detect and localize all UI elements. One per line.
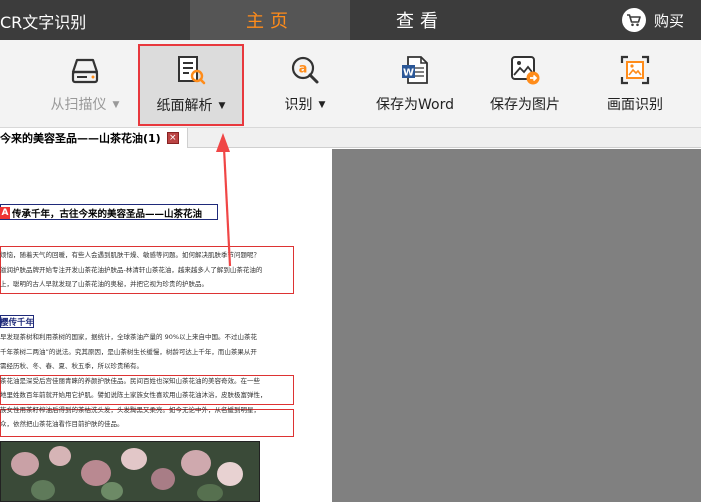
- tab-view-label: 查看: [396, 11, 444, 32]
- camellia-photo: [0, 441, 260, 502]
- document-tab[interactable]: 今来的美容圣品——山茶花油(1) ×: [0, 128, 188, 148]
- buy-label: 购买: [654, 11, 685, 30]
- app-title: CR文字识别: [0, 13, 87, 32]
- screen-recognize-label: 画面识别: [607, 97, 663, 113]
- paragraph-1: 烦恼，随着天气的回暖，有些人会遇到肌肤干燥、敏感等问题。如何解决肌肤季节问题呢？…: [0, 248, 300, 292]
- close-icon[interactable]: ×: [166, 132, 179, 144]
- from-scanner-label: 从扫描仪: [50, 97, 107, 113]
- highlight-box: [138, 44, 244, 126]
- document-tab-label: 今来的美容圣品——山茶花油(1): [0, 132, 161, 145]
- paragraph-line: 需经历秋、冬、春、夏、秋五季，所以珍贵稀有。: [0, 362, 143, 370]
- tab-view[interactable]: 查看: [355, 0, 485, 40]
- document-heading: A 传承千年，古往今来的美容圣品——山茶花油: [0, 206, 202, 220]
- svg-text:a: a: [299, 62, 308, 77]
- scanner-icon: [69, 44, 101, 88]
- tab-home-label: 主页: [246, 11, 294, 32]
- document-page: A 传承千年，古往今来的美容圣品——山茶花油 烦恼，随着天气的回暖，有些人会遇到…: [0, 149, 332, 502]
- preview-panel: [332, 149, 701, 502]
- buy-button[interactable]: 购买: [622, 7, 684, 33]
- screen-recognize-button[interactable]: 画面识别: [580, 44, 690, 124]
- recognize-label: 识别: [284, 97, 313, 113]
- title-bar: CR文字识别 主页 查看 购买: [0, 0, 701, 40]
- tab-home[interactable]: 主页: [190, 0, 350, 40]
- paragraph-line: 千年茶树二两油”的说法。究其原因，是山茶树生长缓慢，树龄可达上千年，而山茶果从开: [0, 347, 257, 356]
- svg-text:W: W: [403, 68, 414, 79]
- screen-capture-icon: [619, 44, 651, 88]
- paragraph-line: 烦恼，随着天气的回暖，有些人会遇到肌肤干燥、敏感等问题。如何解决肌肤季节问题呢？: [0, 251, 260, 259]
- save-image-icon: [509, 44, 541, 88]
- paragraph-line: 地里姓数百年前就开始用它护肌。譬如说陈土家族女性喜欢用山茶花油沐浴，皮肤极富弹性…: [0, 391, 267, 399]
- paragraph-line: 滋润护肤品牌开始专注开发山茶花油护肤品-林清轩山茶花油，越来越多人了解到山茶花油…: [0, 265, 263, 274]
- save-as-word-label: 保存为Word: [376, 97, 454, 113]
- region-number-badge: A: [0, 207, 10, 219]
- recognize-icon: a: [289, 44, 321, 88]
- paragraph-line: 茶花油是深受后宫佳丽青睐的养颜护肤佳品。民间百姓也深知山茶花油的美容奇效。在一些: [0, 376, 260, 385]
- from-scanner-button[interactable]: 从扫描仪 ▼: [30, 44, 140, 124]
- chevron-down-icon: ▼: [112, 100, 120, 110]
- paragraph-2: 早发现茶树和利用茶树的国家，据统计，全球茶油产量的 90%以上来自中国。不过山茶…: [0, 330, 300, 432]
- save-as-word-button[interactable]: W 保存为Word: [360, 44, 470, 124]
- document-subheading: 樱传千年: [0, 318, 35, 328]
- toolbar: 从扫描仪 ▼ 纸面解析 ▼ a 识别 ▼ W 保存为Word 保存为图片 画面识…: [0, 40, 701, 128]
- save-as-image-label: 保存为图片: [490, 97, 560, 113]
- chevron-down-icon: ▼: [318, 100, 326, 110]
- paragraph-line: 族女性用茶籽榨油后得到的茶枯洗头发，头发黝黑又柔亮。如今无论中外，从名媛到明星，: [0, 405, 260, 414]
- paragraph-line: 早发现茶树和利用茶树的国家，据统计，全球茶油产量的 90%以上来自中国。不过山茶…: [0, 333, 258, 341]
- save-as-image-button[interactable]: 保存为图片: [470, 44, 580, 124]
- document-heading-text: 传承千年，古往今来的美容圣品——山茶花油: [12, 209, 203, 220]
- document-tab-strip: 今来的美容圣品——山茶花油(1) ×: [0, 128, 701, 148]
- cart-icon: [622, 8, 646, 32]
- recognize-button[interactable]: a 识别 ▼: [250, 44, 360, 124]
- paragraph-line: 上，聪明的古人早就发现了山茶花油的奥秘，并把它视为珍贵的护肤品。: [0, 280, 208, 288]
- paragraph-line: 众，依然把山茶花油看作目前护肤的佳品。: [0, 420, 124, 428]
- word-icon: W: [399, 44, 431, 88]
